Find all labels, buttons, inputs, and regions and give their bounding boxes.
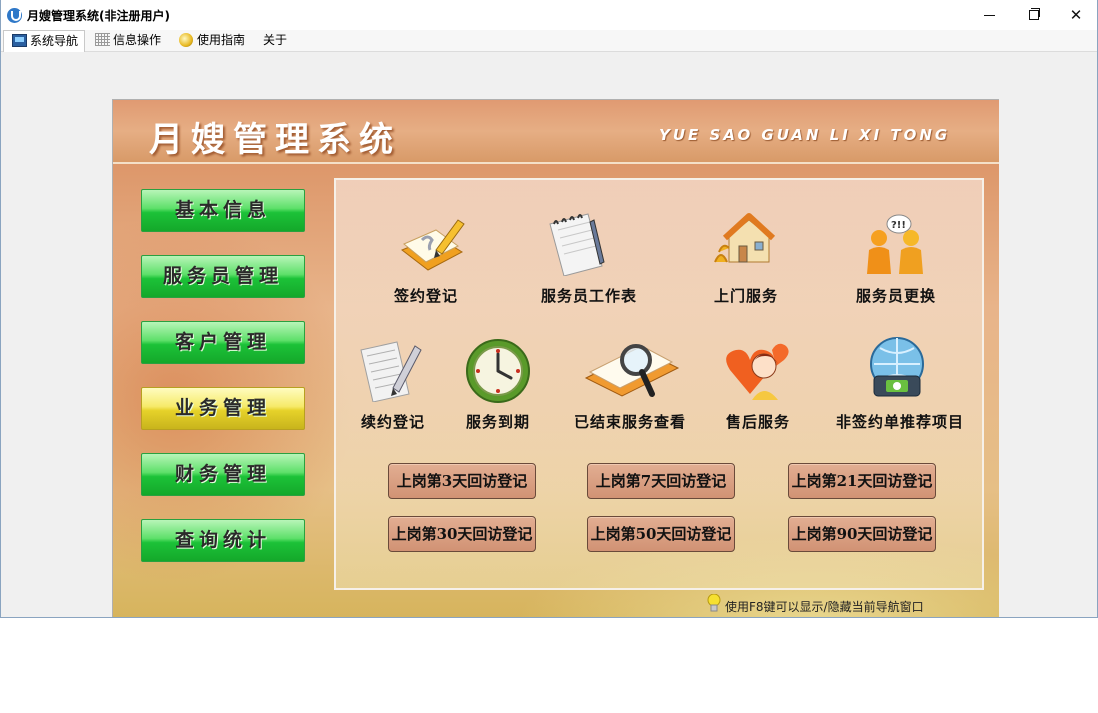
nav-label: 客户管理: [174, 331, 271, 353]
app-window: 月嫂管理系统(非注册用户) ✕ 系统导航 信息操作 使用指南 关于 月嫂管理系统…: [0, 0, 1098, 618]
nav-label: 业务管理: [174, 397, 271, 419]
business-content-area: 签约登记 服务员工作表 上门服务 ?!! 服务员更换 续约登记 服务到期 已结束…: [334, 178, 984, 590]
menu-tab-bar: 系统导航 信息操作 使用指南 关于: [1, 30, 1097, 52]
feature-recommend-projects[interactable]: 非签约单推荐项目: [834, 332, 964, 432]
notepad-icon: [549, 213, 605, 276]
minimize-icon: [984, 15, 995, 16]
tab-about[interactable]: 关于: [255, 30, 297, 51]
navigation-monitor-icon: [12, 34, 27, 47]
nav-label: 服务员管理: [162, 265, 283, 287]
heart-girl-icon: [726, 343, 789, 400]
visit-day3-button[interactable]: 上岗第3天回访登记: [388, 463, 536, 499]
feature-sign-contract[interactable]: 签约登记: [376, 206, 486, 306]
svg-text:?!!: ?!!: [891, 220, 906, 231]
nav-label: 财务管理: [174, 463, 271, 485]
nav-basic-info[interactable]: 基本信息: [141, 189, 305, 232]
nav-finance-management[interactable]: 财务管理: [141, 453, 305, 496]
system-subtitle: YUE SAO GUAN LI XI TONG: [659, 126, 951, 144]
nav-label: 基本信息: [174, 199, 271, 221]
feature-after-sales[interactable]: 售后服务: [718, 332, 808, 432]
visit-day50-button[interactable]: 上岗第50天回访登记: [587, 516, 735, 552]
hint-text: 使用F8键可以显示/隐藏当前导航窗口: [725, 600, 924, 614]
feature-renew-contract[interactable]: 续约登记: [351, 332, 431, 432]
tab-label: 系统导航: [30, 34, 79, 48]
lightbulb-icon: [707, 594, 721, 612]
panel-header: 月嫂管理系统 YUE SAO GUAN LI XI TONG: [113, 100, 999, 164]
nav-business-management[interactable]: 业务管理: [141, 387, 305, 430]
visit-day30-button[interactable]: 上岗第30天回访登记: [388, 516, 536, 552]
nav-staff-management[interactable]: 服务员管理: [141, 255, 305, 298]
tab-user-guide[interactable]: 使用指南: [171, 30, 253, 51]
feature-staff-worksheet[interactable]: 服务员工作表: [536, 206, 646, 306]
title-bar: 月嫂管理系统(非注册用户) ✕: [1, 0, 1097, 30]
feature-label: 续约登记: [361, 413, 426, 431]
feature-ended-service-view[interactable]: 已结束服务查看: [568, 332, 698, 432]
app-logo-icon: [7, 8, 22, 23]
feature-label: 服务员工作表: [541, 287, 638, 305]
feature-home-service[interactable]: 上门服务: [696, 206, 806, 306]
nav-customer-management[interactable]: 客户管理: [141, 321, 305, 364]
grid-icon: [95, 33, 110, 46]
house-icon: [714, 213, 775, 263]
tab-label: 关于: [263, 33, 288, 47]
feature-label: 非签约单推荐项目: [836, 413, 965, 431]
recommend-globe-icon: [870, 337, 924, 397]
system-title: 月嫂管理系统: [149, 120, 401, 160]
feature-staff-replace[interactable]: ?!! 服务员更换: [851, 206, 961, 306]
tab-label: 信息操作: [113, 33, 162, 47]
feature-label: 服务员更换: [856, 287, 937, 305]
feature-service-expiry[interactable]: 服务到期: [454, 332, 544, 432]
magnifier-icon: [584, 344, 680, 397]
people-swap-icon: ?!!: [867, 214, 923, 274]
clock-icon: [466, 339, 530, 403]
tab-label: 使用指南: [197, 33, 246, 47]
document-pen-icon: [360, 341, 422, 402]
visit-day21-button[interactable]: 上岗第21天回访登记: [788, 463, 936, 499]
nav-query-statistics[interactable]: 查询统计: [141, 519, 305, 562]
feature-label: 售后服务: [726, 413, 791, 431]
tab-system-navigation[interactable]: 系统导航: [3, 30, 85, 52]
feature-label: 上门服务: [714, 287, 779, 305]
sign-contract-icon: [401, 219, 465, 271]
feature-label: 服务到期: [466, 413, 531, 431]
guide-coin-icon: [179, 33, 193, 47]
close-icon: ✕: [1069, 6, 1083, 24]
restore-icon-front: [1029, 10, 1039, 20]
tab-info-operations[interactable]: 信息操作: [87, 30, 169, 51]
visit-day90-button[interactable]: 上岗第90天回访登记: [788, 516, 936, 552]
restore-button[interactable]: [1011, 0, 1055, 30]
nav-label: 查询统计: [174, 529, 271, 551]
visit-day7-button[interactable]: 上岗第7天回访登记: [587, 463, 735, 499]
navigation-panel: 月嫂管理系统 YUE SAO GUAN LI XI TONG 基本信息 服务员管…: [112, 99, 999, 617]
window-title: 月嫂管理系统(非注册用户): [27, 9, 170, 23]
feature-label: 签约登记: [394, 287, 459, 305]
feature-label: 已结束服务查看: [574, 413, 687, 431]
minimize-button[interactable]: [967, 0, 1011, 30]
close-button[interactable]: ✕: [1054, 0, 1097, 30]
